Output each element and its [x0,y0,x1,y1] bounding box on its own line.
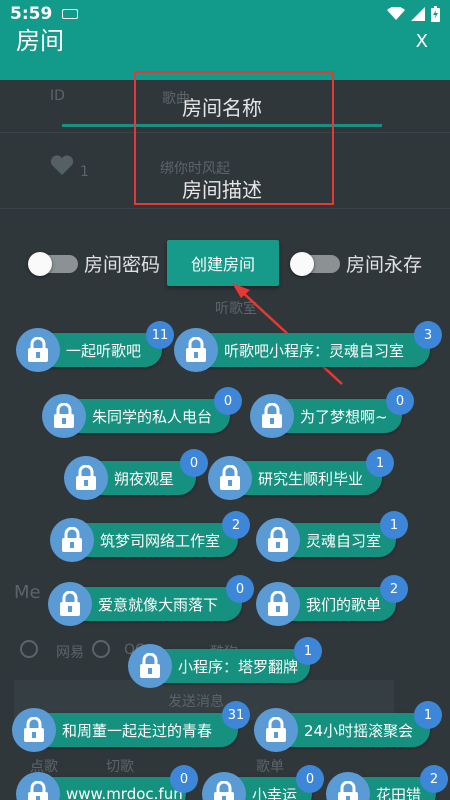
room-name: 爱意就像大雨落下 [98,595,219,614]
room-chip[interactable]: 朔夜观星 0 [64,449,208,500]
lock-icon [254,708,298,752]
member-count-badge: 0 [170,765,198,793]
room-name: www.mrdoc.fun [66,785,183,800]
room-name: 小程序：塔罗翻牌 [178,657,299,676]
room-name: 一起听歌吧 [66,341,142,360]
lock-icon [256,518,300,562]
member-count-badge: 0 [180,449,208,477]
room-chip[interactable]: 24小时摇滚聚会 1 [254,701,442,752]
lock-icon [64,456,108,500]
member-count-badge: 31 [222,701,250,729]
lock-icon [256,582,300,626]
room-name: 筑梦司网络工作室 [100,531,221,550]
lock-icon [250,394,294,438]
room-chip[interactable]: 我们的歌单 2 [256,575,408,626]
lock-icon [48,582,92,626]
room-name: 灵魂自习室 [306,531,382,550]
lock-icon [42,394,86,438]
room-name: 听歌吧小程序：灵魂自习室 [224,341,405,360]
room-chip[interactable]: 小幸运 0 [202,765,324,800]
lock-icon [50,518,94,562]
room-chip[interactable]: 小程序：塔罗翻牌 1 [128,637,322,688]
room-chip[interactable]: 爱意就像大雨落下 0 [48,575,254,626]
room-name: 24小时摇滚聚会 [304,721,414,740]
room-name: 小幸运 [252,785,298,800]
room-chip[interactable]: 为了梦想啊~ 0 [250,387,414,438]
room-name: 和周董一起走过的青春 [62,721,213,740]
member-count-badge: 0 [214,387,242,415]
room-chip[interactable]: 筑梦司网络工作室 2 [50,511,250,562]
room-name: 为了梦想啊~ [300,407,388,426]
room-name: 花田错 [376,785,422,800]
member-count-badge: 2 [222,511,250,539]
room-name: 我们的歌单 [306,595,382,614]
member-count-badge: 1 [414,701,442,729]
member-count-badge: 3 [414,321,442,349]
room-chip[interactable]: 朱同学的私人电台 0 [42,387,242,438]
member-count-badge: 0 [386,387,414,415]
room-chip[interactable]: 花田错 2 [326,765,448,800]
room-chip[interactable]: 灵魂自习室 1 [256,511,408,562]
member-count-badge: 0 [296,765,324,793]
member-count-badge: 0 [226,575,254,603]
member-count-badge: 1 [380,511,408,539]
member-count-badge: 1 [366,449,394,477]
room-chip[interactable]: www.mrdoc.fun 0 [16,765,198,800]
lock-icon [16,328,60,372]
member-count-badge: 2 [380,575,408,603]
member-count-badge: 11 [146,321,174,349]
room-chip[interactable]: 研究生顺利毕业 1 [208,449,394,500]
lock-icon [208,456,252,500]
room-chip[interactable]: 和周董一起走过的青春 31 [12,701,250,752]
member-count-badge: 1 [294,637,322,665]
member-count-badge: 2 [420,765,448,793]
lock-icon [12,708,56,752]
lock-icon [174,328,218,372]
room-name: 研究生顺利毕业 [258,469,364,488]
room-chip[interactable]: 一起听歌吧 11 [16,321,174,372]
room-name: 朱同学的私人电台 [92,407,213,426]
room-name: 朔夜观星 [114,469,175,488]
room-chip[interactable]: 听歌吧小程序：灵魂自习室 3 [174,321,442,372]
lock-icon [128,644,172,688]
